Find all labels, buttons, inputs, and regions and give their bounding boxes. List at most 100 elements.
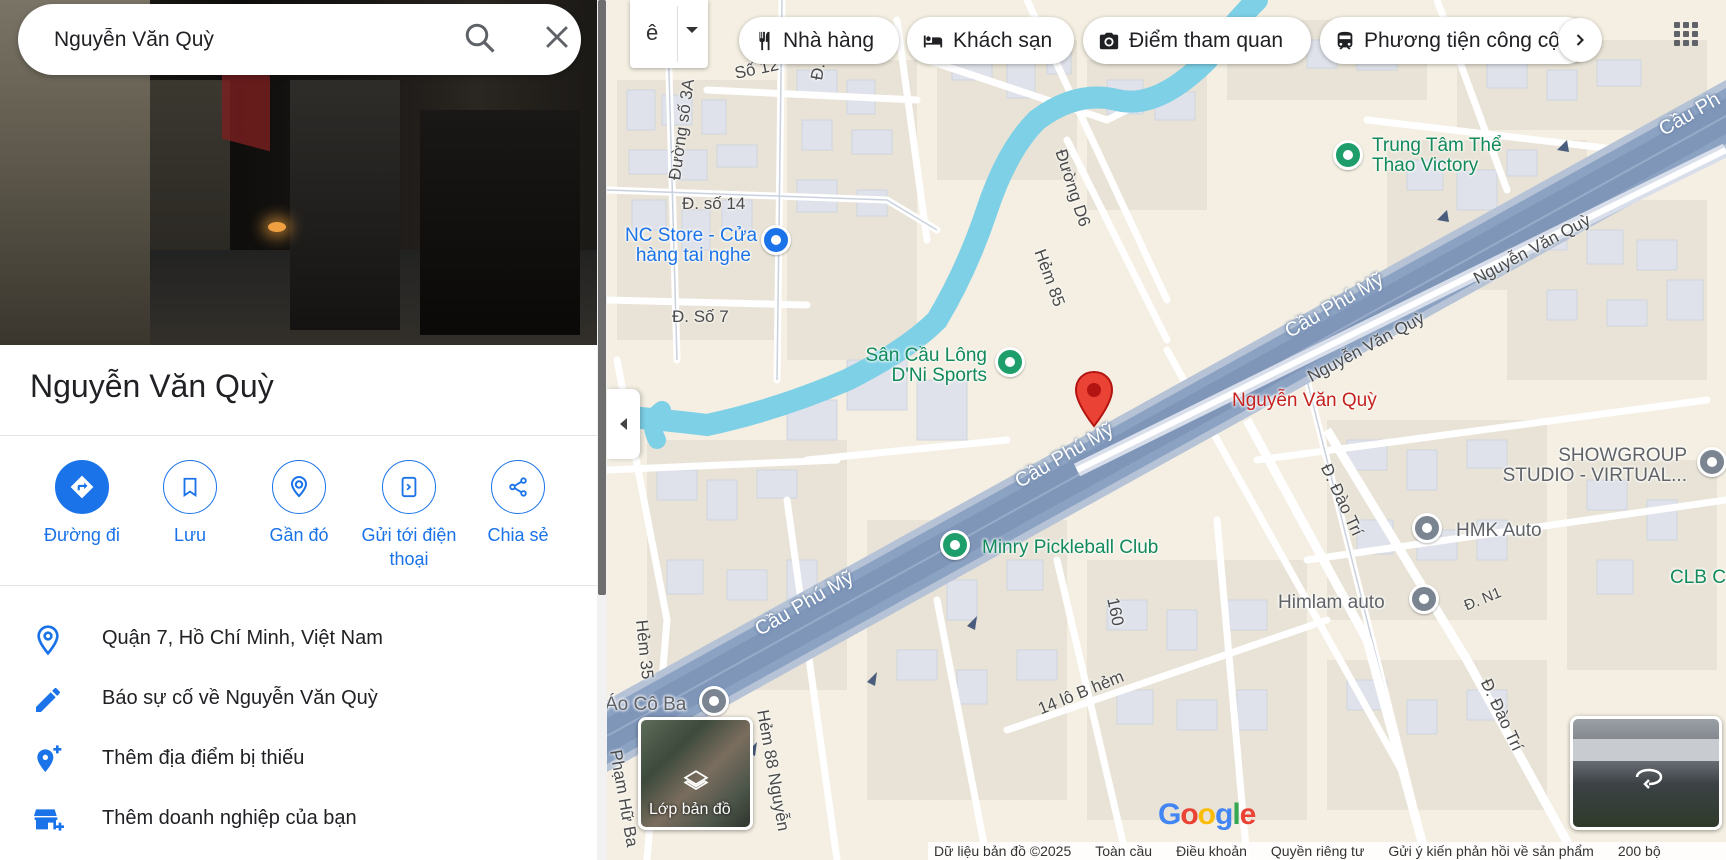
add-missing-place-row[interactable]: Thêm địa điểm bị thiếu (0, 732, 597, 788)
logo-letter: o (1180, 798, 1198, 831)
logo-letter: o (1197, 798, 1216, 831)
place-title: Nguyễn Văn Quỳ (30, 368, 274, 404)
layers-label: Lớp bản đồ (649, 801, 731, 818)
poi-label-selected[interactable]: Nguyễn Văn Quỳ (1232, 391, 1377, 411)
selected-place-marker-icon[interactable] (1074, 370, 1114, 428)
map-canvas[interactable]: Trung Tâm Thể Thao Victory NC Store - Cử… (607, 0, 1726, 860)
action-label: Gửi tới điện thoại (361, 525, 457, 569)
chip-label: Phương tiện công cộng (1364, 28, 1584, 52)
poi-label-nc-store[interactable]: NC Store - Cửa hàng tai nghe (625, 226, 757, 266)
send-to-phone-button[interactable]: Gửi tới điện thoại (354, 460, 464, 571)
poi-pin-showgroup[interactable] (1697, 447, 1726, 477)
caret-left-icon (619, 418, 627, 430)
add-business-row[interactable]: Thêm doanh nghiệp của bạn (0, 792, 597, 848)
hotel-icon (923, 35, 943, 47)
poi-pin-san-cau-long[interactable] (995, 347, 1025, 377)
logo-letter: l (1232, 798, 1240, 831)
scrollbar-thumb[interactable] (598, 0, 606, 595)
footer-feedback-link[interactable]: Gửi ý kiến phản hồi về sản phẩm (1388, 843, 1594, 859)
add-place-icon (37, 745, 62, 772)
google-apps-button[interactable] (1668, 16, 1704, 52)
search-button[interactable] (462, 20, 502, 60)
poi-label-hmk[interactable]: HMK Auto (1456, 521, 1542, 541)
action-label: Chia sẻ (487, 525, 549, 545)
report-issue-text: Báo sự cố về Nguyễn Văn Quỳ (102, 687, 378, 709)
collapse-panel-button[interactable] (607, 389, 640, 459)
input-tools-button[interactable]: ê (630, 0, 708, 68)
layers-icon (683, 770, 709, 791)
poi-label-himlam[interactable]: Himlam auto (1278, 593, 1385, 613)
map-layers-button[interactable]: Lớp bản đồ (638, 717, 753, 830)
footer-global-link[interactable]: Toàn cầu (1095, 843, 1152, 859)
pencil-icon (36, 687, 60, 712)
caret-down-icon[interactable] (685, 26, 699, 36)
apps-grid-icon (1674, 22, 1698, 46)
address-text: Quận 7, Hồ Chí Minh, Việt Nam (102, 627, 383, 649)
poi-label-san-cau-long[interactable]: Sân Cầu Lông D'Ni Sports (865, 346, 988, 386)
chip-label: Khách sạn (953, 28, 1053, 52)
chevron-right-icon (1576, 34, 1584, 46)
address-row[interactable]: Quận 7, Hồ Chí Minh, Việt Nam (0, 612, 597, 668)
report-issue-row[interactable]: Báo sự cố về Nguyễn Văn Quỳ (0, 672, 597, 728)
location-pin-icon (37, 625, 59, 656)
logo-letter: G (1158, 798, 1181, 831)
footer-scale[interactable]: 200 bộ (1618, 843, 1661, 859)
rotate-360-icon (1635, 768, 1663, 789)
transit-icon (1337, 31, 1353, 49)
place-panel: Nguyễn Văn Quỳ Đường đi Lưu Gần đó Gửi t… (0, 0, 597, 860)
search-icon (465, 23, 495, 53)
poi-label-minry[interactable]: Minry Pickleball Club (982, 538, 1158, 558)
chip-label: Nhà hàng (783, 28, 875, 52)
add-business-icon (34, 809, 64, 831)
map-footer: Dữ liệu bản đồ ©2025 Toàn cầu Điều khoản… (928, 842, 1726, 860)
poi-pin-ao-co-ba[interactable] (699, 686, 729, 716)
add-business-text: Thêm doanh nghiệp của bạn (102, 807, 357, 829)
close-icon (546, 26, 568, 48)
clear-search-button[interactable] (540, 20, 580, 60)
divider (0, 585, 597, 586)
poi-label-showgroup[interactable]: SHOWGROUP STUDIO - VIRTUAL... (1377, 446, 1687, 486)
divider (677, 6, 678, 62)
chip-restaurants[interactable]: Nhà hàng (739, 17, 899, 64)
send-to-phone-icon (401, 476, 417, 498)
nearby-icon (290, 476, 308, 498)
directions-button[interactable]: Đường đi (27, 460, 137, 547)
chip-attractions[interactable]: Điểm tham quan (1083, 17, 1311, 64)
save-button[interactable]: Lưu (135, 460, 245, 547)
photo-detail (290, 80, 400, 330)
maps-app: Trung Tâm Thể Thao Victory NC Store - Cử… (0, 0, 1726, 860)
poi-label-victory[interactable]: Trung Tâm Thể Thao Victory (1372, 136, 1502, 176)
poi-label-clb[interactable]: CLB Cầu L (1670, 568, 1726, 588)
street-view-thumbnail-detail (1573, 739, 1719, 761)
chip-hotels[interactable]: Khách sạn (907, 17, 1074, 64)
share-button[interactable]: Chia sẻ (463, 460, 573, 547)
panel-scrollbar[interactable] (597, 0, 607, 860)
chip-label: Điểm tham quan (1129, 28, 1284, 52)
nearby-button[interactable]: Gần đó (244, 460, 354, 547)
chips-next-button[interactable] (1558, 18, 1602, 62)
action-label: Gần đó (269, 525, 329, 545)
poi-pin-victory[interactable] (1333, 140, 1363, 170)
action-label: Đường đi (44, 525, 120, 545)
poi-pin-hmk[interactable] (1412, 513, 1442, 543)
poi-pin-minry[interactable] (940, 530, 970, 560)
logo-letter: e (1239, 798, 1257, 831)
street-view-preview[interactable] (1570, 716, 1722, 830)
footer-map-data: Dữ liệu bản đồ ©2025 (934, 843, 1072, 859)
logo-letter: g (1215, 798, 1233, 831)
divider (0, 435, 597, 436)
add-missing-place-text: Thêm địa điểm bị thiếu (102, 747, 305, 769)
road-label-so14: Đ. số 14 (682, 194, 746, 213)
footer-terms-link[interactable]: Điều khoản (1176, 843, 1247, 859)
road-label-so7: Đ. Số 7 (672, 307, 729, 326)
input-tool-glyph: ê (646, 20, 659, 45)
footer-privacy-link[interactable]: Quyền riêng tư (1271, 843, 1364, 859)
action-label: Lưu (173, 525, 207, 545)
search-input[interactable] (54, 4, 434, 75)
camera-icon (1099, 32, 1119, 49)
search-box[interactable] (18, 4, 581, 75)
poi-pin-himlam[interactable] (1409, 584, 1439, 614)
chip-transit[interactable]: Phương tiện công cộng (1320, 17, 1590, 64)
poi-pin-nc-store[interactable] (761, 225, 791, 255)
bookmark-icon (183, 477, 197, 497)
